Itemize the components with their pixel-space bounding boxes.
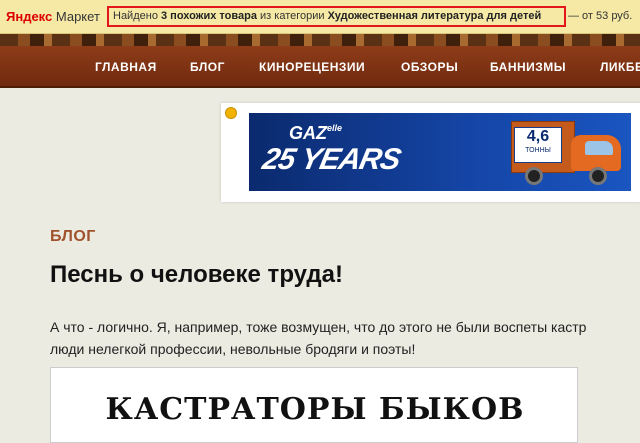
- from-category-text: из категории: [260, 10, 325, 22]
- tonnage-unit: ТОННЫ: [525, 147, 551, 154]
- post-text-line: А что - логично. Я, например, тоже возму…: [50, 319, 587, 335]
- category-name: Художественная литература для детей: [327, 10, 542, 22]
- post-image: КАСТРАТОРЫ БЫКОВ: [50, 367, 578, 443]
- post-text-line: люди нелегкой профессии, невольные бродя…: [50, 341, 416, 357]
- pin-icon: [225, 107, 237, 119]
- main-nav: ГЛАВНАЯ БЛОГ КИНОРЕЦЕНЗИИ ОБЗОРЫ БАННИЗМ…: [0, 46, 640, 88]
- tonnage-value: 4,6: [526, 128, 550, 145]
- nav-item-blog[interactable]: БЛОГ: [190, 60, 225, 74]
- truck-wheel-icon: [525, 167, 543, 185]
- yandex-market-bar: Яндекс Маркет Найдено 3 похожих товара и…: [0, 0, 640, 34]
- ad-banner[interactable]: GAZelle 25 YEARS 4,6 ТОННЫ: [249, 113, 631, 191]
- found-count: 3 похожих товара: [161, 10, 257, 22]
- found-summary[interactable]: Найдено 3 похожих товара из категории Ху…: [113, 10, 541, 22]
- post-image-caption: КАСТРАТОРЫ БЫКОВ: [105, 392, 525, 427]
- banner-years: 25 YEARS: [259, 143, 404, 176]
- tonnage-badge: 4,6 ТОННЫ: [514, 127, 562, 163]
- post-title[interactable]: Песнь о человеке труда!: [50, 261, 343, 289]
- nav-item-home[interactable]: ГЛАВНАЯ: [95, 60, 157, 74]
- header-decoration: [0, 34, 640, 46]
- yandex-market-logo[interactable]: Яндекс Маркет: [6, 9, 100, 24]
- banner-brand-text: GAZ: [289, 123, 327, 143]
- nav-item-reviews[interactable]: ОБЗОРЫ: [401, 60, 458, 74]
- banner-brand-suffix: elle: [327, 123, 343, 133]
- truck-window: [585, 141, 613, 155]
- price-text: — от 53 руб.: [568, 10, 633, 22]
- nav-item-likbez[interactable]: ЛИКБЕ: [600, 60, 640, 74]
- truck-wheel-icon: [589, 167, 607, 185]
- found-prefix: Найдено: [113, 10, 158, 22]
- post-text: А что - логично. Я, например, тоже возму…: [50, 316, 640, 360]
- section-label[interactable]: БЛОГ: [50, 228, 96, 246]
- banner-brand: GAZelle: [289, 123, 342, 144]
- nav-item-bannisms[interactable]: БАННИЗМЫ: [490, 60, 566, 74]
- logo-ya: Яндекс: [6, 9, 53, 24]
- logo-market: Маркет: [55, 9, 100, 24]
- nav-item-movie-reviews[interactable]: КИНОРЕЦЕНЗИИ: [259, 60, 365, 74]
